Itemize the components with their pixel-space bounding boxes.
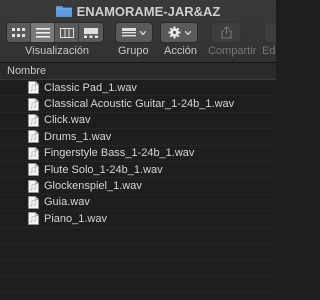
empty-row bbox=[0, 260, 276, 277]
edit-tags-button[interactable] bbox=[264, 22, 276, 43]
icon-view-button[interactable] bbox=[7, 23, 31, 42]
audio-file-icon bbox=[28, 81, 39, 95]
file-name: Flute Solo_1-24b_1.wav bbox=[44, 163, 163, 176]
group-button[interactable] bbox=[115, 22, 153, 43]
file-name: Drums_1.wav bbox=[44, 130, 112, 143]
file-row[interactable]: Glockenspiel_1.wav bbox=[0, 178, 276, 195]
file-name: Glockenspiel_1.wav bbox=[44, 180, 142, 193]
audio-file-icon bbox=[28, 97, 39, 111]
view-mode-segmented-control bbox=[6, 22, 104, 43]
audio-file-icon bbox=[28, 130, 39, 144]
audio-file-icon bbox=[28, 196, 39, 209]
gallery-view-icon bbox=[84, 27, 98, 38]
column-header-name[interactable]: Nombre bbox=[0, 63, 276, 80]
share-button[interactable] bbox=[211, 22, 241, 43]
file-row[interactable]: Click.wav bbox=[0, 113, 276, 130]
empty-row bbox=[0, 244, 276, 261]
audio-file-icon bbox=[28, 212, 39, 226]
window-title: ENAMORAME-JAR&AZ bbox=[0, 2, 276, 20]
audio-file-icon bbox=[28, 179, 39, 193]
gallery-view-button[interactable] bbox=[79, 23, 103, 42]
share-label: Compartir bbox=[208, 45, 257, 57]
empty-row bbox=[0, 228, 276, 244]
column-view-icon bbox=[59, 27, 74, 38]
file-row[interactable]: Drums_1.wav bbox=[0, 129, 276, 146]
toolbar: ENAMORAME-JAR&AZ Visualización Grupo Acc… bbox=[0, 0, 276, 63]
icon-view-icon bbox=[11, 27, 25, 37]
group-icon bbox=[122, 27, 136, 36]
file-row[interactable]: Flute Solo_1-24b_1.wav bbox=[0, 162, 276, 179]
audio-file-icon bbox=[28, 146, 39, 160]
folder-icon bbox=[55, 6, 72, 17]
file-name: Piano_1.wav bbox=[44, 212, 107, 225]
view-label: Visualización bbox=[25, 45, 90, 57]
action-label: Acción bbox=[164, 45, 198, 57]
file-name: Classic Pad_1.wav bbox=[44, 81, 137, 94]
file-name: Classical Acoustic Guitar_1-24b_1.wav bbox=[44, 98, 235, 111]
audio-file-icon bbox=[28, 114, 39, 127]
chevron-down-icon bbox=[184, 30, 191, 35]
column-view-button[interactable] bbox=[55, 23, 79, 42]
list-view-button[interactable] bbox=[31, 23, 55, 42]
window-title-text: ENAMORAME-JAR&AZ bbox=[76, 3, 221, 19]
file-row[interactable]: Piano_1.wav bbox=[0, 211, 276, 228]
chevron-down-icon bbox=[140, 30, 146, 35]
empty-row bbox=[0, 277, 276, 294]
edit-label: Ed bbox=[262, 45, 276, 57]
gear-icon bbox=[168, 26, 180, 39]
file-name: Click.wav bbox=[44, 114, 91, 127]
action-button[interactable] bbox=[160, 22, 198, 43]
file-name: Fingerstyle Bass_1-24b_1.wav bbox=[44, 147, 195, 160]
list-view-icon bbox=[35, 27, 50, 38]
group-label: Grupo bbox=[118, 45, 149, 57]
audio-file-icon bbox=[28, 163, 39, 177]
file-row[interactable]: Classical Acoustic Guitar_1-24b_1.wav bbox=[0, 96, 276, 113]
file-name: Guia.wav bbox=[44, 196, 90, 209]
file-rows: Classic Pad_1.wav Classical Acoustic Gui… bbox=[0, 80, 276, 294]
file-row[interactable]: Classic Pad_1.wav bbox=[0, 80, 276, 97]
share-icon bbox=[221, 26, 231, 39]
file-list: Nombre Classic Pad_1.wav Classical Acous… bbox=[0, 63, 276, 300]
file-row[interactable]: Guia.wav bbox=[0, 195, 276, 212]
file-row[interactable]: Fingerstyle Bass_1-24b_1.wav bbox=[0, 146, 276, 162]
